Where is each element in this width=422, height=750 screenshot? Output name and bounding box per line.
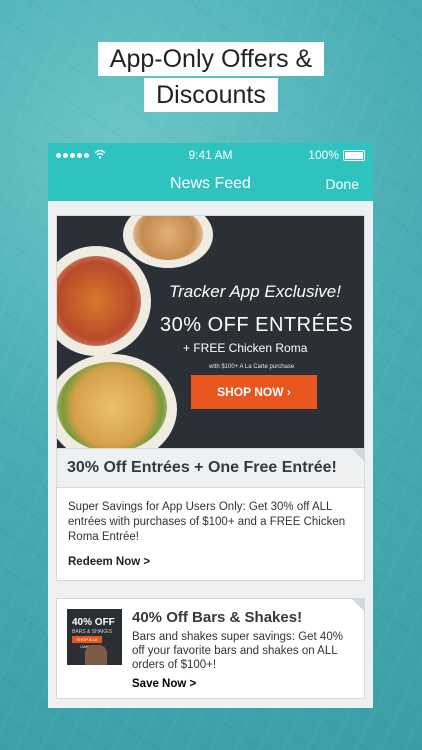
card-corner-fold xyxy=(352,599,364,611)
offer-card-bars-shakes[interactable]: 40% OFF BARS & SHAKES SHOP À LA CARTE 40… xyxy=(56,598,365,699)
thumb-offer: 40% OFF xyxy=(72,617,115,628)
card-body: Super Savings for App Users Only: Get 30… xyxy=(57,488,364,580)
card-content: 40% Off Bars & Shakes! Bars and shakes s… xyxy=(132,609,354,690)
banner-exclusive-text: Tracker App Exclusive! xyxy=(169,282,341,301)
status-time: 9:41 AM xyxy=(188,148,233,162)
redeem-now-link[interactable]: Redeem Now > xyxy=(68,555,353,570)
pasta-dish-image xyxy=(57,362,167,448)
save-now-link[interactable]: Save Now > xyxy=(132,678,354,690)
battery-icon xyxy=(343,149,365,161)
bars-shakes-thumbnail: 40% OFF BARS & SHAKES SHOP À LA CARTE xyxy=(67,609,122,665)
thumb-sub: BARS & SHAKES xyxy=(72,629,113,635)
banner-fineprint: with $100+ A La Carte purchase xyxy=(209,364,295,370)
done-button[interactable]: Done xyxy=(326,176,359,192)
shake-image xyxy=(85,645,107,665)
banner-offer-text: 30% OFF ENTRÉES xyxy=(160,314,354,336)
card-title-text: 40% Off Bars & Shakes! xyxy=(132,609,303,626)
thumb-cta: SHOP À LA CARTE xyxy=(72,636,102,649)
headline: App-Only Offers & Discounts xyxy=(0,42,422,114)
news-feed[interactable]: Tracker App Exclusive! 30% OFF ENTRÉES +… xyxy=(48,201,373,699)
headline-line-2: Discounts xyxy=(144,78,278,112)
nav-title: News Feed xyxy=(170,175,251,192)
card-title-text: 30% Off Entrées + One Free Entrée! xyxy=(67,459,337,476)
shop-now-button[interactable]: SHOP NOW › xyxy=(191,375,317,409)
nav-bar: News Feed Done xyxy=(48,167,373,201)
card-description: Super Savings for App Users Only: Get 30… xyxy=(68,501,346,543)
banner-free-text: + FREE Chicken Roma xyxy=(183,341,308,355)
status-bar: 9:41 AM 100% xyxy=(48,143,373,167)
phone-screen: 9:41 AM 100% News Feed Done Tracker App … xyxy=(48,143,373,708)
card-title: 30% Off Entrées + One Free Entrée! xyxy=(57,448,364,488)
promo-banner[interactable]: Tracker App Exclusive! 30% OFF ENTRÉES +… xyxy=(57,216,364,448)
card-description: Bars and shakes super savings: Get 40% o… xyxy=(132,631,343,671)
card-corner-fold xyxy=(352,449,364,461)
headline-line-1: App-Only Offers & xyxy=(97,42,325,76)
offer-card-entrees[interactable]: Tracker App Exclusive! 30% OFF ENTRÉES +… xyxy=(56,215,365,581)
